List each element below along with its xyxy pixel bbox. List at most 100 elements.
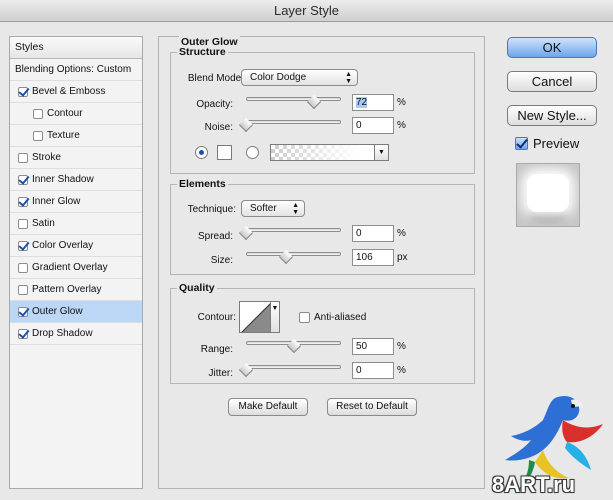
size-input[interactable]: 106 xyxy=(352,249,394,266)
technique-value: Softer xyxy=(250,203,277,214)
style-item-label: Outer Glow xyxy=(32,306,83,317)
style-item-drop-shadow[interactable]: Drop Shadow xyxy=(10,323,142,345)
style-item-satin[interactable]: Satin xyxy=(10,213,142,235)
preview-checkbox[interactable] xyxy=(515,137,528,150)
style-checkbox[interactable] xyxy=(18,174,28,185)
opacity-input[interactable]: 72 xyxy=(352,94,394,111)
gradient-radio[interactable] xyxy=(246,146,259,159)
structure-group: Structure Blend Mode: Color Dodge ▲ ▼ Opa… xyxy=(170,46,475,174)
size-value: 106 xyxy=(356,252,373,263)
style-item-texture[interactable]: Texture xyxy=(10,125,142,147)
style-item-bevel-emboss[interactable]: Bevel & Emboss xyxy=(10,81,142,103)
antialiased-label: Anti-aliased xyxy=(314,312,367,323)
style-checkbox[interactable] xyxy=(18,284,28,295)
blending-options-item[interactable]: Blending Options: Custom xyxy=(10,59,142,81)
new-style-button[interactable]: New Style... xyxy=(507,105,597,126)
style-item-pattern-overlay[interactable]: Pattern Overlay xyxy=(10,279,142,301)
antialiased-checkbox[interactable] xyxy=(299,312,310,323)
range-label: Range: xyxy=(200,344,233,355)
color-radio[interactable] xyxy=(195,146,208,159)
jitter-unit: % xyxy=(397,365,406,376)
contour-label: Contour: xyxy=(197,312,236,323)
style-item-color-overlay[interactable]: Color Overlay xyxy=(10,235,142,257)
spread-slider-track[interactable] xyxy=(246,228,341,232)
make-default-button[interactable]: Make Default xyxy=(228,398,308,416)
style-item-label: Stroke xyxy=(32,152,61,163)
noise-value: 0 xyxy=(356,120,362,131)
style-item-contour[interactable]: Contour xyxy=(10,103,142,125)
reset-default-button[interactable]: Reset to Default xyxy=(327,398,417,416)
style-items: Bevel & Emboss Contour Texture Stroke Inner … xyxy=(10,81,142,345)
styles-header[interactable]: Styles xyxy=(10,37,142,59)
style-item-inner-glow[interactable]: Inner Glow xyxy=(10,191,142,213)
style-item-label: Texture xyxy=(47,130,80,141)
style-checkbox[interactable] xyxy=(33,130,43,141)
outer-glow-panel: Outer Glow Structure Blend Mode: Color D… xyxy=(158,36,485,489)
style-item-inner-shadow[interactable]: Inner Shadow xyxy=(10,169,142,191)
technique-label: Technique: xyxy=(187,204,236,215)
style-checkbox[interactable] xyxy=(18,240,28,251)
jitter-label: Jitter: xyxy=(208,368,233,379)
style-item-label: Satin xyxy=(32,218,55,229)
updown-arrows-icon: ▲ ▼ xyxy=(292,202,299,216)
style-item-label: Color Overlay xyxy=(32,240,94,251)
contour-dropdown-icon[interactable]: ▼ xyxy=(271,301,280,333)
jitter-input[interactable]: 0 xyxy=(352,362,394,379)
preview-toggle[interactable]: Preview xyxy=(515,136,579,151)
range-unit: % xyxy=(397,341,406,352)
quality-title: Quality xyxy=(177,282,217,294)
style-item-gradient-overlay[interactable]: Gradient Overlay xyxy=(10,257,142,279)
noise-input[interactable]: 0 xyxy=(352,117,394,134)
elements-title: Elements xyxy=(177,178,228,190)
opacity-slider-track[interactable] xyxy=(246,97,341,101)
blend-mode-select[interactable]: Color Dodge ▲ ▼ xyxy=(241,69,358,86)
style-checkbox[interactable] xyxy=(18,86,28,97)
style-item-stroke[interactable]: Stroke xyxy=(10,147,142,169)
contour-curve-graphic xyxy=(241,303,270,332)
size-label: Size: xyxy=(210,255,233,266)
range-value: 50 xyxy=(356,341,368,352)
style-checkbox[interactable] xyxy=(18,152,28,163)
contour-curve-icon[interactable] xyxy=(239,301,271,333)
updown-arrows-icon: ▲ ▼ xyxy=(345,71,352,85)
range-input[interactable]: 50 xyxy=(352,338,394,355)
glow-gradient-swatch[interactable] xyxy=(270,144,375,161)
style-checkbox[interactable] xyxy=(18,218,28,229)
blending-options-label: Blending Options: Custom xyxy=(15,64,132,75)
opacity-label: Opacity: xyxy=(196,99,233,110)
style-item-label: Inner Shadow xyxy=(32,174,94,185)
style-item-label: Gradient Overlay xyxy=(32,262,108,273)
blend-mode-value: Color Dodge xyxy=(250,72,307,83)
opacity-unit: % xyxy=(397,97,406,108)
spread-value: 0 xyxy=(356,228,362,239)
gradient-dropdown-icon[interactable]: ▼ xyxy=(375,144,389,161)
cancel-button[interactable]: Cancel xyxy=(507,71,597,92)
style-checkbox[interactable] xyxy=(33,108,43,119)
style-checkbox[interactable] xyxy=(18,306,28,317)
style-checkbox[interactable] xyxy=(18,196,28,207)
ok-button[interactable]: OK xyxy=(507,37,597,58)
style-preview-thumbnail xyxy=(516,163,580,227)
style-checkbox[interactable] xyxy=(18,262,28,273)
style-item-label: Bevel & Emboss xyxy=(32,86,106,97)
structure-title: Structure xyxy=(177,46,228,58)
jitter-slider-track[interactable] xyxy=(246,365,341,369)
elements-group: Elements Technique: Softer ▲ ▼ Spread: 0 … xyxy=(170,178,475,275)
glow-color-swatch[interactable] xyxy=(217,145,232,160)
style-item-outer-glow[interactable]: Outer Glow xyxy=(10,301,142,323)
watermark-text: 8ART.ru xyxy=(492,472,576,497)
blend-mode-label: Blend Mode: xyxy=(187,73,244,84)
window-title: Layer Style xyxy=(0,0,613,22)
style-item-label: Drop Shadow xyxy=(32,328,93,339)
technique-select[interactable]: Softer ▲ ▼ xyxy=(241,200,305,217)
spread-label: Spread: xyxy=(197,231,233,242)
noise-slider-track[interactable] xyxy=(246,120,341,124)
style-checkbox[interactable] xyxy=(18,328,28,339)
style-item-label: Inner Glow xyxy=(32,196,81,207)
preview-shape xyxy=(527,174,569,212)
size-slider-track[interactable] xyxy=(246,252,341,256)
spread-input[interactable]: 0 xyxy=(352,225,394,242)
noise-label: Noise: xyxy=(204,122,233,133)
size-unit: px xyxy=(397,252,408,263)
jitter-value: 0 xyxy=(356,365,362,376)
